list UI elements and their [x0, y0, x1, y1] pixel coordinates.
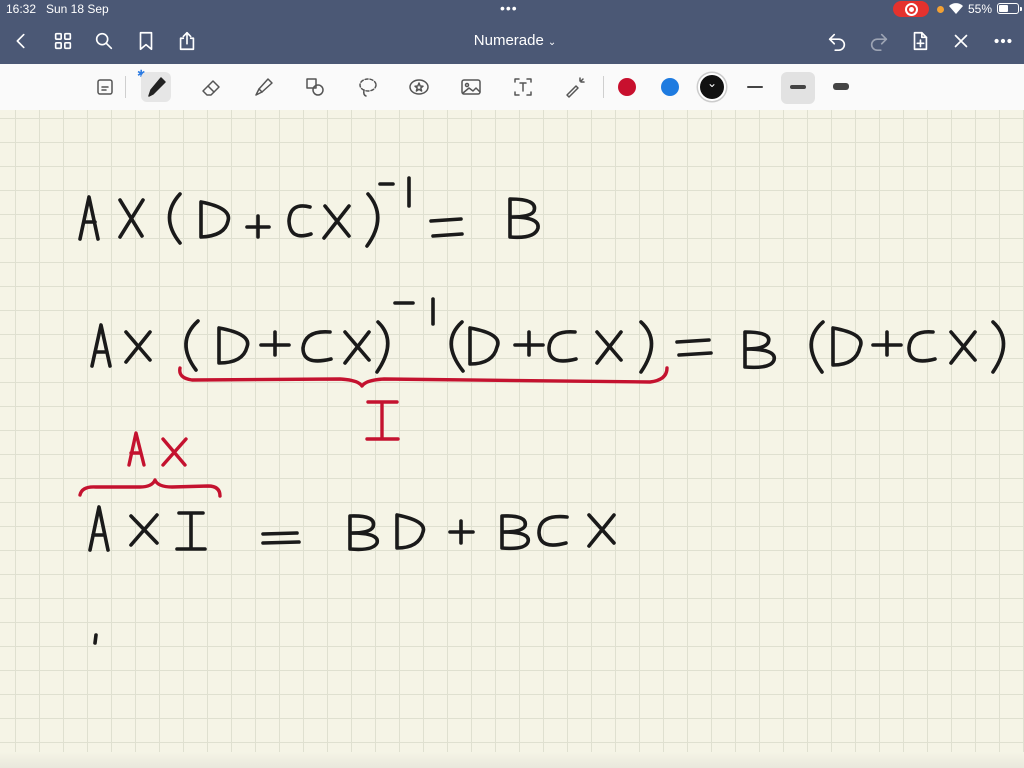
add-page-icon[interactable] — [907, 28, 933, 54]
stroke-thin-option[interactable] — [747, 86, 763, 88]
equation-line-3 — [88, 505, 616, 645]
multitasking-dots-icon[interactable]: ••• — [500, 0, 518, 16]
shapes-tool-icon[interactable] — [300, 72, 330, 102]
document-title-label: Numerade — [473, 32, 544, 49]
wifi-icon — [949, 3, 963, 15]
laser-pointer-icon[interactable] — [560, 72, 590, 102]
equation-line-1 — [78, 176, 540, 248]
equation-line-2 — [90, 297, 1006, 374]
redo-icon[interactable] — [866, 28, 892, 54]
more-options-icon[interactable] — [990, 28, 1016, 54]
close-icon[interactable] — [948, 28, 974, 54]
color-swatch-blue[interactable] — [661, 78, 679, 96]
top-bar: 16:32 Sun 18 Sep ••• 55% Numerade ⌄ — [0, 0, 1024, 64]
battery-icon — [997, 3, 1022, 14]
drawing-toolbar: ✱ — [0, 64, 1024, 111]
handwritten-equations — [78, 176, 1006, 645]
thumbnails-grid-icon[interactable] — [50, 28, 76, 54]
share-icon[interactable] — [174, 28, 200, 54]
undo-icon[interactable] — [824, 28, 850, 54]
red-annotations — [78, 366, 669, 498]
note-canvas[interactable] — [0, 110, 1024, 768]
toolbar-divider — [603, 76, 604, 98]
status-time: 16:32 — [6, 2, 37, 16]
elements-tool-icon[interactable] — [404, 72, 434, 102]
screen-recording-icon[interactable] — [893, 1, 929, 17]
lasso-tool-icon[interactable] — [353, 72, 383, 102]
text-tool-icon[interactable] — [508, 72, 538, 102]
status-date: Sun 18 Sep — [46, 2, 109, 16]
image-tool-icon[interactable] — [456, 72, 486, 102]
document-title[interactable]: Numerade ⌄ — [440, 32, 590, 49]
highlighter-tool-icon[interactable] — [248, 72, 278, 102]
toolbar-divider — [125, 76, 126, 98]
chevron-down-icon: ⌄ — [547, 37, 557, 48]
eraser-tool-icon[interactable] — [196, 72, 226, 102]
pen-tool-icon[interactable] — [141, 72, 171, 102]
read-only-mode-icon[interactable] — [90, 72, 120, 102]
stroke-thick-option[interactable] — [833, 83, 849, 90]
back-icon[interactable] — [8, 28, 34, 54]
camera-indicator-icon — [937, 6, 944, 13]
color-swatch-red[interactable] — [618, 78, 636, 96]
battery-percent: 55% — [968, 2, 993, 16]
stroke-medium-option[interactable] — [790, 85, 806, 89]
search-icon[interactable] — [91, 28, 117, 54]
color-swatch-black-selected[interactable] — [700, 75, 724, 99]
bookmark-icon[interactable] — [133, 28, 159, 54]
page-bottom-edge — [0, 752, 1024, 768]
